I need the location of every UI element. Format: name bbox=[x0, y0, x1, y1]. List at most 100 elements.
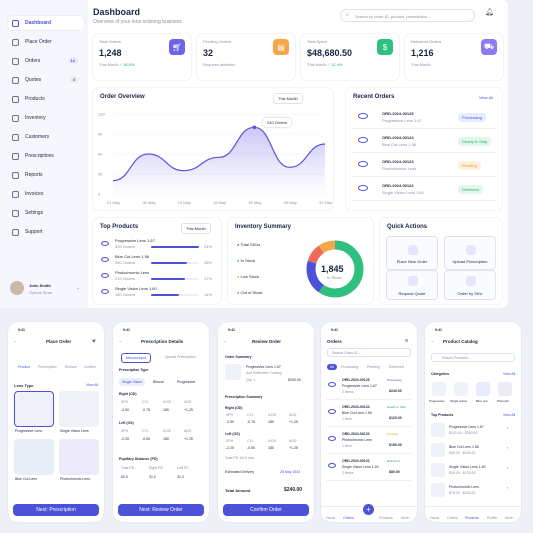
sidebar-item-customers[interactable]: Customers bbox=[8, 130, 84, 144]
stat-card-total-orders[interactable]: Total Orders 1,248 This Month ↑ 18.6% 🛒︎ bbox=[93, 34, 191, 80]
x-tick-label: 31 May bbox=[319, 200, 332, 205]
filter-dropdown[interactable]: This Month bbox=[181, 223, 211, 234]
product-name[interactable]: Progressive Lens 1.67 bbox=[449, 425, 484, 429]
lens-card-progressive[interactable] bbox=[14, 391, 54, 427]
confirm-order-button[interactable]: Confirm Order bbox=[223, 504, 309, 516]
upload-prescription-button[interactable]: Upload Prescription bbox=[444, 236, 496, 270]
orders-badge: 12 bbox=[67, 57, 78, 64]
avatar[interactable] bbox=[10, 281, 24, 295]
next-prescription-button[interactable]: Next: Prescription bbox=[13, 504, 99, 516]
chevron-down-icon[interactable]: ⌄ bbox=[76, 285, 80, 291]
sidebar-item-reports[interactable]: Reports bbox=[8, 168, 84, 182]
order-product: Photochromic Lens bbox=[382, 166, 417, 171]
quotes-icon bbox=[12, 76, 19, 84]
product-share: 17% bbox=[204, 276, 213, 281]
place-new-order-button[interactable]: Place New Order bbox=[386, 236, 438, 270]
sidebar-item-settings[interactable]: Settings bbox=[8, 206, 84, 220]
progress-fill bbox=[151, 294, 179, 296]
sidebar-item-place-order[interactable]: Place Order bbox=[8, 35, 84, 49]
bottom-nav: Home Orders + Products More bbox=[321, 504, 417, 522]
request-quote-button[interactable]: Request Quote bbox=[386, 270, 438, 300]
order-by-sku-button[interactable]: Order by SKU bbox=[444, 270, 496, 300]
product-orders: 320 Orders bbox=[115, 244, 136, 249]
order-product: Blue Cut Lens 1.56 bbox=[342, 411, 372, 415]
filter-icon[interactable]: ☰ bbox=[405, 339, 408, 343]
lens-card-single-vision[interactable] bbox=[59, 391, 99, 427]
cart-icon[interactable]: 🛒︎ bbox=[92, 339, 96, 343]
phone-review-order: 9:41 ← Review Order Order Summary Progre… bbox=[218, 322, 314, 522]
sidebar-item-invoices[interactable]: Invoices bbox=[8, 187, 84, 201]
product-price: $70.00 - $200.00 bbox=[449, 491, 476, 495]
sidebar-item-prescriptions[interactable]: Prescriptions bbox=[8, 149, 84, 163]
back-icon[interactable]: ← bbox=[14, 339, 18, 343]
order-price: $150.00 bbox=[389, 443, 402, 447]
page-subtitle: Overview of your lens ordering business bbox=[93, 19, 182, 25]
back-icon[interactable]: ← bbox=[119, 339, 123, 343]
lens-icon bbox=[358, 161, 368, 167]
product-price: $40.00 - $150.00 bbox=[449, 451, 476, 455]
status-badge: Ready to Ship bbox=[458, 137, 492, 146]
product-price: $120.00 - $350.00 bbox=[449, 431, 478, 435]
search-input[interactable]: ⌕ Search by order ID, product, prescript… bbox=[340, 9, 475, 22]
stat-card-delivered[interactable]: Delivered Orders 1,216 This Month ⛟ bbox=[405, 34, 503, 80]
filter-dropdown[interactable]: This Month bbox=[273, 93, 303, 104]
chevron-right-icon[interactable]: › bbox=[507, 446, 508, 450]
phone-product-catalog: 9:41 ← Product Catalog Search Products..… bbox=[425, 322, 521, 522]
users-icon bbox=[12, 133, 19, 141]
product-name[interactable]: Single Vision Lens 1.60 bbox=[449, 465, 486, 469]
sidebar-item-orders[interactable]: Orders 12 bbox=[8, 54, 84, 68]
add-order-fab[interactable]: + bbox=[363, 504, 374, 515]
x-tick-label: 20 May bbox=[248, 200, 261, 205]
next-review-order-button[interactable]: Next: Review Order bbox=[118, 504, 204, 516]
sidebar-item-products[interactable]: Products bbox=[8, 92, 84, 106]
phone-orders: 9:41 Orders ☰ Search Order ID... All Pro… bbox=[321, 322, 417, 522]
desktop-dashboard: Dashboard Place Order Orders 12 Quotes 4 P… bbox=[0, 0, 508, 308]
stat-card-pending[interactable]: Pending Orders 32 Requires attention ▤ bbox=[197, 34, 295, 80]
cart-icon bbox=[12, 38, 19, 46]
back-icon[interactable]: ← bbox=[431, 339, 435, 343]
product-name[interactable]: Blue Cut Lens 1.56 bbox=[449, 445, 479, 449]
y-tick-label: 0 bbox=[98, 192, 101, 197]
dollar-icon: $ bbox=[377, 39, 393, 55]
orders-icon bbox=[12, 57, 19, 65]
sidebar-item-support[interactable]: Support bbox=[8, 225, 84, 239]
inventory-icon bbox=[12, 114, 19, 122]
category-blue-cut[interactable] bbox=[476, 382, 490, 396]
status-badge: Ready to Ship bbox=[387, 405, 406, 409]
product-name[interactable]: Photochromic Lens bbox=[449, 485, 479, 489]
chevron-right-icon[interactable]: › bbox=[507, 466, 508, 470]
lens-icon bbox=[358, 185, 368, 191]
bottom-nav: Home Orders Products Profile More bbox=[425, 506, 521, 522]
status-badge: Pending bbox=[387, 432, 399, 436]
bell-icon[interactable]: 🔔︎ bbox=[485, 8, 494, 16]
status-badge: Pending bbox=[458, 161, 481, 170]
category-progressive[interactable] bbox=[432, 382, 446, 396]
stat-card-total-spent[interactable]: Total Spent $48,680.50 This Month ↑ 12.4… bbox=[301, 34, 399, 80]
category-single-vision[interactable] bbox=[454, 382, 468, 396]
x-tick-label: 25 May bbox=[284, 200, 297, 205]
view-all-link[interactable]: View All bbox=[479, 95, 493, 100]
sidebar-item-quotes[interactable]: Quotes 4 bbox=[8, 73, 84, 87]
data-point[interactable] bbox=[252, 125, 257, 130]
search-input[interactable]: Search Order ID... bbox=[327, 348, 411, 357]
lens-card-blue-cut[interactable] bbox=[14, 439, 54, 475]
chevron-right-icon[interactable]: › bbox=[507, 426, 508, 430]
order-id: ORD-2024-00124 bbox=[382, 135, 414, 140]
chevron-right-icon[interactable]: › bbox=[507, 486, 508, 490]
product-thumbnail bbox=[431, 463, 445, 477]
back-icon[interactable]: ← bbox=[224, 339, 228, 343]
order-id: ORD-2024-00123 bbox=[382, 159, 414, 164]
product-share: 18% bbox=[204, 260, 213, 265]
sidebar-item-inventory[interactable]: Inventory bbox=[8, 111, 84, 125]
product-price: $30.00 - $120.00 bbox=[449, 471, 476, 475]
search-input[interactable]: Search Products... bbox=[431, 353, 515, 362]
sidebar-item-dashboard[interactable]: Dashboard bbox=[8, 16, 84, 30]
category-photochromic[interactable] bbox=[498, 382, 512, 396]
lens-icon bbox=[328, 436, 336, 441]
lens-icon bbox=[328, 409, 336, 414]
top-products-card: Top Products This Month Progressive Lens… bbox=[93, 218, 221, 304]
x-tick-label: 10 May bbox=[178, 200, 191, 205]
invoice-icon bbox=[12, 190, 19, 198]
lens-card-photochromic[interactable] bbox=[59, 439, 99, 475]
y-tick-label: 90 bbox=[98, 132, 103, 137]
